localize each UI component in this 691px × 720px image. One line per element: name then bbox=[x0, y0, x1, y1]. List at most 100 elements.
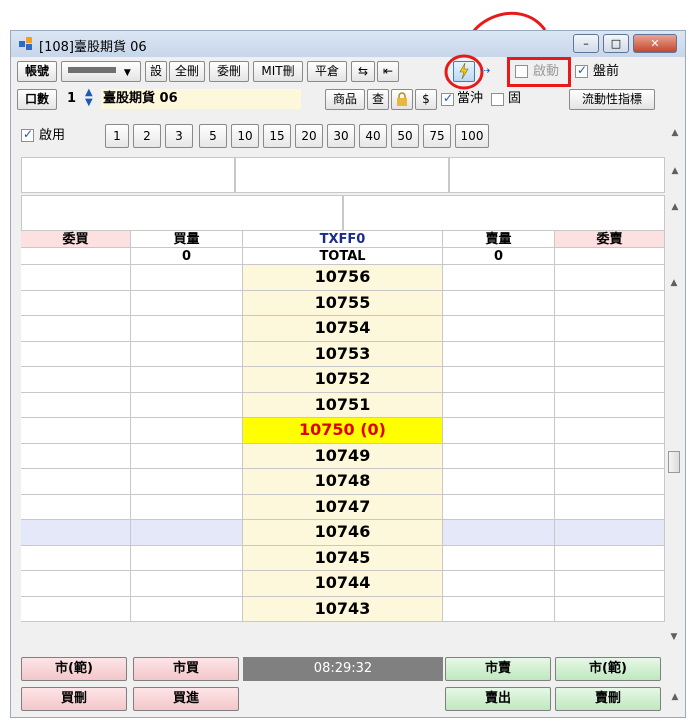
buy-qty-cell[interactable] bbox=[131, 367, 243, 393]
mit-delete-button[interactable]: MIT刪 bbox=[253, 61, 303, 82]
sell-cancel-button[interactable]: 賣刪 bbox=[555, 687, 661, 711]
commodity-button[interactable]: 商品 bbox=[325, 89, 365, 110]
order-sell-cell[interactable] bbox=[555, 290, 665, 316]
sell-qty-cell[interactable] bbox=[443, 494, 555, 520]
order-buy-cell[interactable] bbox=[21, 545, 131, 571]
quick-enable-checkbox[interactable] bbox=[21, 127, 34, 142]
order-sell-cell[interactable] bbox=[555, 571, 665, 597]
qty-button-10[interactable]: 10 bbox=[231, 124, 259, 148]
liquidity-button[interactable]: 流動性指標 bbox=[569, 89, 655, 110]
qty-button-15[interactable]: 15 bbox=[263, 124, 291, 148]
qty-button-20[interactable]: 20 bbox=[295, 124, 323, 148]
order-sell-cell[interactable] bbox=[555, 469, 665, 495]
price-cell[interactable]: 10755 bbox=[243, 290, 443, 316]
price-cell[interactable]: 10751 bbox=[243, 392, 443, 418]
order-sell-cell[interactable] bbox=[555, 367, 665, 393]
ladder-scrollbar[interactable]: ▲ ▼ bbox=[665, 267, 683, 645]
buy-qty-cell[interactable] bbox=[131, 520, 243, 546]
buy-qty-cell[interactable] bbox=[131, 494, 243, 520]
order-sell-cell[interactable] bbox=[555, 341, 665, 367]
buy-qty-cell[interactable] bbox=[131, 341, 243, 367]
order-sell-cell[interactable] bbox=[555, 520, 665, 546]
sell-qty-cell[interactable] bbox=[443, 469, 555, 495]
scroll-up-icon[interactable]: ▲ bbox=[667, 689, 683, 705]
order-buy-cell[interactable] bbox=[21, 443, 131, 469]
sell-qty-cell[interactable] bbox=[443, 316, 555, 342]
qty-button-2[interactable]: 2 bbox=[133, 124, 161, 148]
price-cell[interactable]: 10743 bbox=[243, 596, 443, 622]
close-position-button[interactable]: 平倉 bbox=[307, 61, 347, 82]
price-cell[interactable]: 10747 bbox=[243, 494, 443, 520]
scroll-up-icon[interactable]: ▲ bbox=[667, 163, 683, 179]
market-range-sell-button[interactable]: 市(範) bbox=[555, 657, 661, 681]
qty-button-100[interactable]: 100 bbox=[455, 124, 489, 148]
order-sell-cell[interactable] bbox=[555, 418, 665, 444]
order-sell-cell[interactable] bbox=[555, 545, 665, 571]
sell-qty-cell[interactable] bbox=[443, 265, 555, 291]
price-cell[interactable]: 10756 bbox=[243, 265, 443, 291]
order-sell-cell[interactable] bbox=[555, 494, 665, 520]
sell-qty-cell[interactable] bbox=[443, 418, 555, 444]
order-buy-cell[interactable] bbox=[21, 367, 131, 393]
price-cell[interactable]: 10749 bbox=[243, 443, 443, 469]
price-cell[interactable]: 10746 bbox=[243, 520, 443, 546]
sell-qty-cell[interactable] bbox=[443, 596, 555, 622]
minimize-button[interactable]: – bbox=[573, 34, 599, 53]
scroll-up-icon[interactable]: ▲ bbox=[667, 125, 683, 141]
price-cell[interactable]: 10754 bbox=[243, 316, 443, 342]
qty-button-1[interactable]: 1 bbox=[105, 124, 129, 148]
buy-qty-cell[interactable] bbox=[131, 571, 243, 597]
scroll-down-icon[interactable]: ▼ bbox=[666, 629, 682, 645]
scroll-up-icon[interactable]: ▲ bbox=[667, 199, 683, 215]
qty-button-75[interactable]: 75 bbox=[423, 124, 451, 148]
sell-qty-cell[interactable] bbox=[443, 443, 555, 469]
order-sell-cell[interactable] bbox=[555, 596, 665, 622]
order-buy-cell[interactable] bbox=[21, 290, 131, 316]
order-buy-cell[interactable] bbox=[21, 316, 131, 342]
sell-qty-cell[interactable] bbox=[443, 341, 555, 367]
dollar-button[interactable]: $ bbox=[415, 89, 437, 110]
buy-qty-cell[interactable] bbox=[131, 418, 243, 444]
fixed-checkbox[interactable] bbox=[491, 93, 504, 106]
qty-button-3[interactable]: 3 bbox=[165, 124, 193, 148]
pre-market-checkbox[interactable] bbox=[575, 63, 588, 78]
qty-button-40[interactable]: 40 bbox=[359, 124, 387, 148]
close-button[interactable]: ✕ bbox=[633, 34, 677, 53]
sell-out-button[interactable]: 賣出 bbox=[445, 687, 551, 711]
order-buy-cell[interactable] bbox=[21, 596, 131, 622]
order-sell-cell[interactable] bbox=[555, 265, 665, 291]
order-buy-cell[interactable] bbox=[21, 341, 131, 367]
buy-cancel-button[interactable]: 買刪 bbox=[21, 687, 127, 711]
current-price-cell[interactable]: 10750 (0) bbox=[243, 418, 443, 444]
price-cell[interactable]: 10752 bbox=[243, 367, 443, 393]
scrollbar-thumb[interactable] bbox=[668, 451, 680, 473]
qty-button-5[interactable]: 5 bbox=[199, 124, 227, 148]
order-sell-cell[interactable] bbox=[555, 392, 665, 418]
order-delete-button[interactable]: 委刪 bbox=[209, 61, 249, 82]
sell-qty-cell[interactable] bbox=[443, 392, 555, 418]
split-icon[interactable]: ⇆ bbox=[351, 61, 375, 82]
buy-qty-cell[interactable] bbox=[131, 443, 243, 469]
sell-qty-cell[interactable] bbox=[443, 520, 555, 546]
order-buy-cell[interactable] bbox=[21, 571, 131, 597]
maximize-button[interactable]: □ bbox=[603, 34, 629, 53]
set-button[interactable]: 設 bbox=[145, 61, 167, 82]
order-buy-cell[interactable] bbox=[21, 494, 131, 520]
sell-qty-cell[interactable] bbox=[443, 290, 555, 316]
scroll-up-icon[interactable]: ▲ bbox=[666, 275, 682, 291]
day-trade-checkbox[interactable] bbox=[441, 91, 454, 106]
buy-qty-cell[interactable] bbox=[131, 545, 243, 571]
order-sell-cell[interactable] bbox=[555, 316, 665, 342]
qty-stepper[interactable]: ▲ ▼ bbox=[85, 88, 93, 108]
exit-icon[interactable]: ⇤ bbox=[377, 61, 399, 82]
buy-qty-cell[interactable] bbox=[131, 265, 243, 291]
order-buy-cell[interactable] bbox=[21, 520, 131, 546]
query-button[interactable]: 查 bbox=[367, 89, 389, 110]
delete-all-button[interactable]: 全刪 bbox=[169, 61, 205, 82]
market-range-buy-button[interactable]: 市(範) bbox=[21, 657, 127, 681]
qty-button-30[interactable]: 30 bbox=[327, 124, 355, 148]
qty-button-50[interactable]: 50 bbox=[391, 124, 419, 148]
order-sell-cell[interactable] bbox=[555, 443, 665, 469]
price-cell[interactable]: 10753 bbox=[243, 341, 443, 367]
order-buy-cell[interactable] bbox=[21, 469, 131, 495]
